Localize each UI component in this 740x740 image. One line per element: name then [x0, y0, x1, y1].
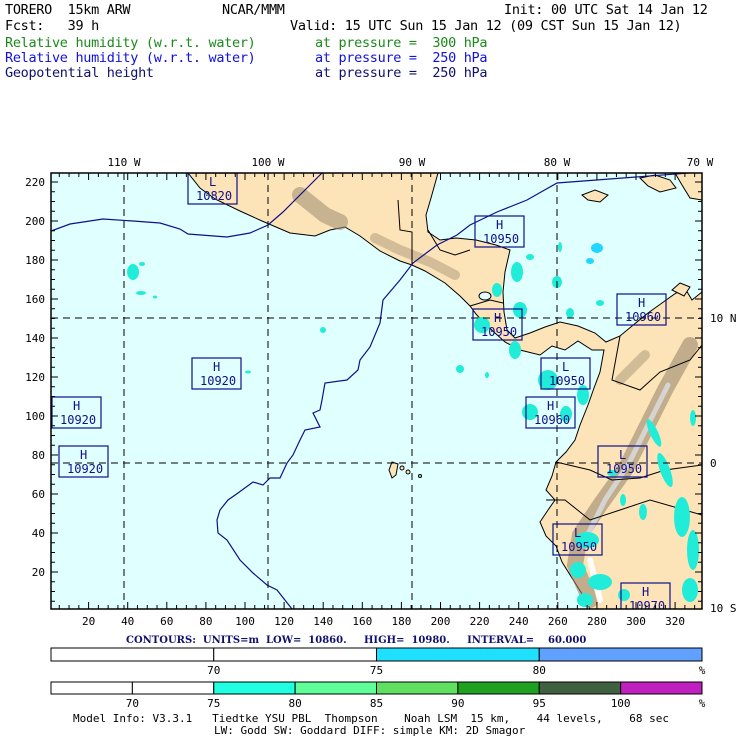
x-tick-label: 280 [587, 615, 607, 628]
center-type: H [494, 311, 501, 325]
x-tick-label: 60 [160, 615, 173, 628]
x-tick-label: 120 [274, 615, 294, 628]
y-tick-label: 160 [25, 293, 45, 306]
x-tick-label: 240 [509, 615, 529, 628]
colorbar-rh-300: 70 75 80 85 90 95 100% [50, 681, 706, 710]
colorbar-label: 80 [289, 697, 302, 710]
center-type: H [642, 585, 649, 599]
x-tick-label: 180 [391, 615, 411, 628]
center-type: L [574, 526, 581, 540]
colorbar-segment [213, 647, 377, 662]
contour-info: CONTOURS: UNITS=m LOW= 10860. HIGH= 1098… [126, 635, 586, 646]
x-tick-label: 160 [352, 615, 372, 628]
lon-label: 70 W [687, 156, 714, 169]
center-value: 10950 [606, 462, 642, 476]
colorbar-segment [50, 647, 215, 662]
colorbar-segment [376, 681, 459, 695]
center-value: 10950 [549, 374, 585, 388]
center-type: H [638, 296, 645, 310]
colorbar-label: % [699, 697, 706, 710]
colorbar-label: 75 [207, 697, 220, 710]
x-tick-label: 80 [199, 615, 212, 628]
center-type: H [496, 218, 503, 232]
y-tick-label: 180 [25, 254, 45, 267]
center-type: L [562, 360, 569, 374]
colorbar-segment [50, 681, 133, 695]
y-tick-label: 220 [25, 176, 45, 189]
colorbar-segment [538, 647, 703, 662]
center-type: H [547, 399, 554, 413]
lon-labels: 110 W 100 W 90 W 80 W 70 W [107, 156, 713, 169]
center-value: 10920 [67, 462, 103, 476]
center-value: 10950 [483, 232, 519, 246]
center-value: 10960 [625, 310, 661, 324]
colorbar-label: 70 [126, 697, 139, 710]
colorbar-segment [294, 681, 377, 695]
colorbar-segment [131, 681, 215, 695]
colorbar-segment [213, 681, 296, 695]
x-tick-label: 300 [626, 615, 646, 628]
lon-label: 100 W [251, 156, 284, 169]
center-type: H [73, 399, 80, 413]
lat-label: 0 [710, 457, 717, 470]
y-tick-label: 140 [25, 332, 45, 345]
center-type: H [213, 360, 220, 374]
lon-label: 90 W [399, 156, 426, 169]
colorbar-segment [538, 681, 622, 695]
y-tick-label: 80 [32, 449, 45, 462]
y-tick-label: 40 [32, 527, 45, 540]
colorbar-segment [457, 681, 540, 695]
lat-label: 10 S [710, 602, 737, 615]
lat-label: 10 N [710, 312, 737, 325]
colorbar-label: 85 [370, 697, 383, 710]
colorbar-segment [620, 681, 703, 695]
center-value: 10960 [534, 413, 570, 427]
center-value: 10820 [196, 189, 232, 203]
center-value: 10950 [561, 540, 597, 554]
colorbar-label: 95 [533, 697, 546, 710]
colorbar-label: 75 [370, 664, 383, 677]
x-tick-label: 200 [431, 615, 451, 628]
lon-label: 80 W [544, 156, 571, 169]
lake-nicaragua [478, 291, 492, 301]
x-tick-label: 140 [313, 615, 333, 628]
map-area: L10820H10920H10920H10920H10950H10950H109… [51, 173, 702, 613]
center-value: 10920 [200, 374, 236, 388]
center-type: L [209, 175, 216, 189]
x-tick-label: 260 [548, 615, 568, 628]
colorbar-label: 80 [533, 664, 546, 677]
y-tick-label: 60 [32, 488, 45, 501]
x-tick-label: 220 [470, 615, 490, 628]
colorbar-label: % [699, 664, 706, 677]
y-tick-label: 100 [25, 410, 45, 423]
center-type: H [80, 448, 87, 462]
model-info-line2: LW: Godd SW: Goddard DIFF: simple KM: 2D… [214, 724, 526, 737]
x-tick-label: 100 [235, 615, 255, 628]
x-tick-label: 20 [82, 615, 95, 628]
colorbar-rh-250: 70 75 80% [50, 647, 706, 677]
x-tick-label: 40 [121, 615, 134, 628]
y-tick-label: 200 [25, 215, 45, 228]
colorbar-label: 70 [207, 664, 220, 677]
lon-label: 110 W [107, 156, 140, 169]
center-value: 10950 [481, 325, 517, 339]
colorbar-label: 100 [611, 697, 631, 710]
colorbar-segment [376, 647, 540, 662]
map-figure: L10820H10920H10920H10920H10950H10950H109… [25, 156, 737, 737]
y-tick-label: 20 [32, 566, 45, 579]
colorbar-label: 90 [451, 697, 464, 710]
lat-labels: 10 N 0 10 S [710, 312, 737, 615]
center-value: 10920 [60, 413, 96, 427]
center-type: L [619, 448, 626, 462]
y-tick-label: 120 [25, 371, 45, 384]
center-value: 10970 [629, 599, 665, 613]
x-tick-label: 320 [665, 615, 685, 628]
